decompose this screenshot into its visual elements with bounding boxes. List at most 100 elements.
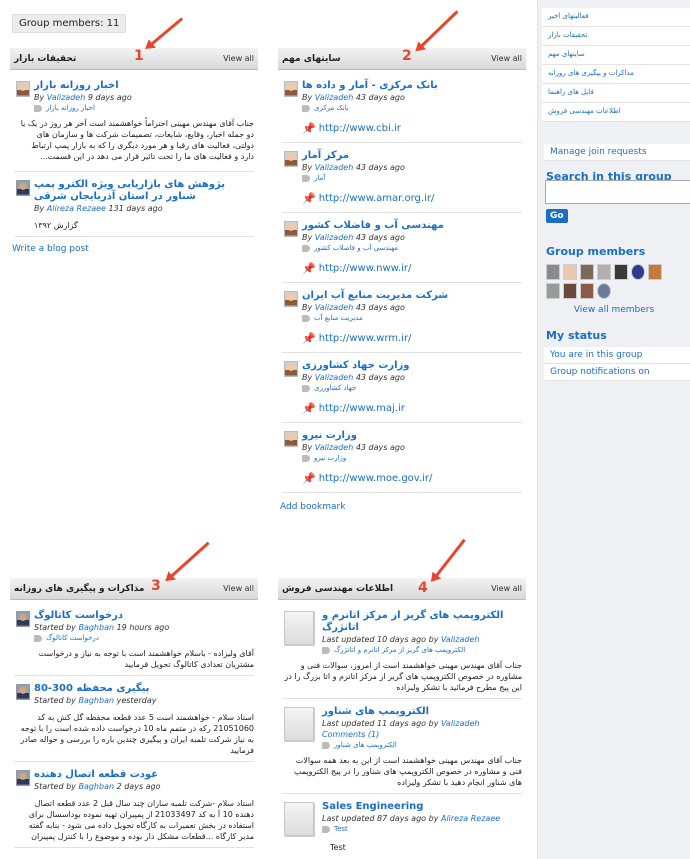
bookmark-title[interactable]: وزارت نیرو — [302, 430, 522, 442]
page-title[interactable]: الکتروپمپ های گریز از مرکز اتانرم و اتان… — [322, 610, 522, 634]
author-link[interactable]: Valizadeh — [315, 93, 353, 102]
author-link[interactable]: Alireza Rezaee — [47, 204, 106, 213]
member-avatar[interactable] — [546, 264, 560, 280]
author-link[interactable]: Baghban — [78, 782, 114, 791]
comments-link[interactable]: Comments (1) — [322, 730, 379, 739]
tag-row: جهاد کشاورزی — [302, 384, 522, 392]
pin-icon: 📌 — [302, 122, 316, 135]
member-avatar[interactable] — [563, 283, 577, 299]
write-blog-post-link[interactable]: Write a blog post — [10, 240, 258, 258]
bookmark-url[interactable]: http://www.cbi.ir — [319, 123, 401, 134]
date-label: 43 days ago — [355, 303, 405, 312]
tag-row: الکتروپمپ های شناور — [322, 741, 522, 749]
discussion-title[interactable]: پیگیری محفظه 300-80 — [34, 683, 254, 695]
view-all-link[interactable]: View all — [223, 54, 254, 63]
bookmark-url[interactable]: http://www.nww.ir/ — [319, 263, 412, 274]
sidebar-menu-item[interactable]: مذاکرات و پیگیری های روزانه — [542, 65, 690, 84]
author-link[interactable]: Baghban — [78, 696, 114, 705]
bookmark-url[interactable]: http://www.maj.ir — [319, 403, 405, 414]
bookmark-title[interactable]: شرکت مدیریت منابع آب ایران — [302, 290, 522, 302]
author-link[interactable]: Valizadeh — [315, 373, 353, 382]
member-avatar[interactable] — [597, 264, 611, 280]
blog-title[interactable]: اخبار روزانه بازار — [34, 80, 254, 92]
status-item[interactable]: Group notifications on — [544, 364, 690, 381]
by-label: by — [428, 635, 439, 644]
search-input[interactable] — [545, 180, 690, 204]
by-label: by — [428, 719, 439, 728]
bookmark-url[interactable]: http://www.moe.gov.ir/ — [319, 473, 433, 484]
sidebar-menu-item[interactable]: اطلاعات مهندسی فروش — [542, 103, 690, 122]
bookmark-url[interactable]: http://www.wrm.ir/ — [319, 333, 412, 344]
go-button[interactable]: Go — [546, 209, 568, 223]
member-avatar[interactable] — [546, 283, 560, 299]
view-all-link[interactable]: View all — [491, 54, 522, 63]
panel-title: مذاکرات و پیگیری های روزانه — [14, 583, 145, 594]
discussion-title[interactable]: عودت قطعه اتصال دهنده — [34, 769, 254, 781]
member-avatar[interactable] — [580, 283, 594, 299]
sidebar-menu-item[interactable]: تحقیقات بازار — [542, 27, 690, 46]
bookmark-item: مرکز آمار By Valizadeh 43 days ago آمار — [278, 146, 526, 184]
member-avatar[interactable] — [597, 283, 611, 299]
updated-label: Last updated — [322, 719, 375, 728]
discussion-list: درخواست کاتالوگ Started by Baghban 19 hou… — [10, 606, 258, 848]
bookmark-item: بانک مرکزی - آمار و داده ها By Valizadeh … — [278, 76, 526, 114]
author-link[interactable]: Valizadeh — [315, 303, 353, 312]
bookmark-title[interactable]: مهندسی آب و فاضلاب کشور — [302, 220, 522, 232]
member-avatar[interactable] — [648, 264, 662, 280]
bookmark-meta: By Valizadeh 43 days ago — [302, 232, 522, 243]
author-link[interactable]: Valizadeh — [315, 443, 353, 452]
author-link[interactable]: Alireza Rezaee — [441, 814, 500, 823]
date-label: 43 days ago — [355, 233, 405, 242]
blog-title[interactable]: پژوهش های بازاریابی ویژه الکترو پمپ شناو… — [34, 179, 254, 203]
tag-link[interactable]: آمار — [314, 174, 325, 182]
add-bookmark-link[interactable]: Add bookmark — [278, 496, 526, 516]
tag-link[interactable]: اخبار روزانه بازار — [46, 104, 95, 112]
tag-link[interactable]: درخواست کاتالوگ — [46, 634, 99, 642]
tag-link[interactable]: مهندسی آب و فاضلاب کشور — [314, 244, 398, 252]
bookmark-body: وزارت نیرو By Valizadeh 43 days ago وزارت … — [302, 430, 522, 462]
bookmark-title[interactable]: مرکز آمار — [302, 150, 522, 162]
date-label: 10 days ago — [377, 635, 427, 644]
author-link[interactable]: Baghban — [78, 623, 114, 632]
annotation-number: 3 — [151, 578, 161, 594]
bookmark-title[interactable]: بانک مرکزی - آمار و داده ها — [302, 80, 522, 92]
status-item[interactable]: You are in this group — [544, 347, 690, 364]
page-title[interactable]: Sales Engineering — [322, 801, 522, 813]
tag-link[interactable]: وزارت نیرو — [314, 454, 346, 462]
member-avatar[interactable] — [580, 264, 594, 280]
panel-daily-discussions: مذاکرات و پیگیری های روزانه View all درخ… — [10, 578, 258, 851]
tag-link[interactable]: Test — [334, 825, 348, 833]
annotation-number: 4 — [418, 580, 428, 596]
author-link[interactable]: Valizadeh — [47, 93, 85, 102]
view-all-link[interactable]: View all — [491, 584, 522, 593]
member-avatar[interactable] — [631, 264, 645, 280]
bookmark-title[interactable]: وزارت جهاد کشاورزی — [302, 360, 522, 372]
document-icon — [284, 707, 314, 741]
panel-important-sites: سایتهای مهم View all بانک مرکزی - آمار و… — [278, 48, 526, 516]
discussion-title[interactable]: درخواست کاتالوگ — [34, 610, 254, 622]
sidebar-menu-item[interactable]: فعالیتهای اخیر — [542, 8, 690, 27]
sidebar-menu-item[interactable]: فایل های راهنما — [542, 84, 690, 103]
avatar — [284, 81, 298, 97]
view-all-link[interactable]: View all — [223, 584, 254, 593]
tag-link[interactable]: الکتروپمپ های شناور — [334, 741, 397, 749]
manage-join-requests-link[interactable]: Manage join requests — [544, 144, 690, 161]
tag-link[interactable]: الکتروپمپ های گریز از مرکز اتانرم و اتان… — [334, 646, 465, 654]
bookmark-body: شرکت مدیریت منابع آب ایران By Valizadeh 4… — [302, 290, 522, 322]
author-link[interactable]: Valizadeh — [315, 233, 353, 242]
bookmark-url-row: 📌 http://www.cbi.ir — [278, 114, 526, 139]
divider — [282, 422, 522, 423]
tag-link[interactable]: مدیریت منابع آب — [314, 314, 363, 322]
view-all-members-link[interactable]: View all members — [538, 305, 690, 315]
tag-link[interactable]: بانک مرکزی — [314, 104, 349, 112]
author-link[interactable]: Valizadeh — [441, 635, 479, 644]
bookmark-meta: By Valizadeh 43 days ago — [302, 162, 522, 173]
bookmark-url[interactable]: http://www.amar.org.ir/ — [319, 193, 435, 204]
author-link[interactable]: Valizadeh — [315, 163, 353, 172]
author-link[interactable]: Valizadeh — [441, 719, 479, 728]
member-avatar[interactable] — [614, 264, 628, 280]
sidebar-menu-item[interactable]: سایتهای مهم — [542, 46, 690, 65]
member-avatar[interactable] — [563, 264, 577, 280]
tag-link[interactable]: جهاد کشاورزی — [314, 384, 356, 392]
page-title[interactable]: الکتروپمپ های شناور — [322, 706, 522, 718]
